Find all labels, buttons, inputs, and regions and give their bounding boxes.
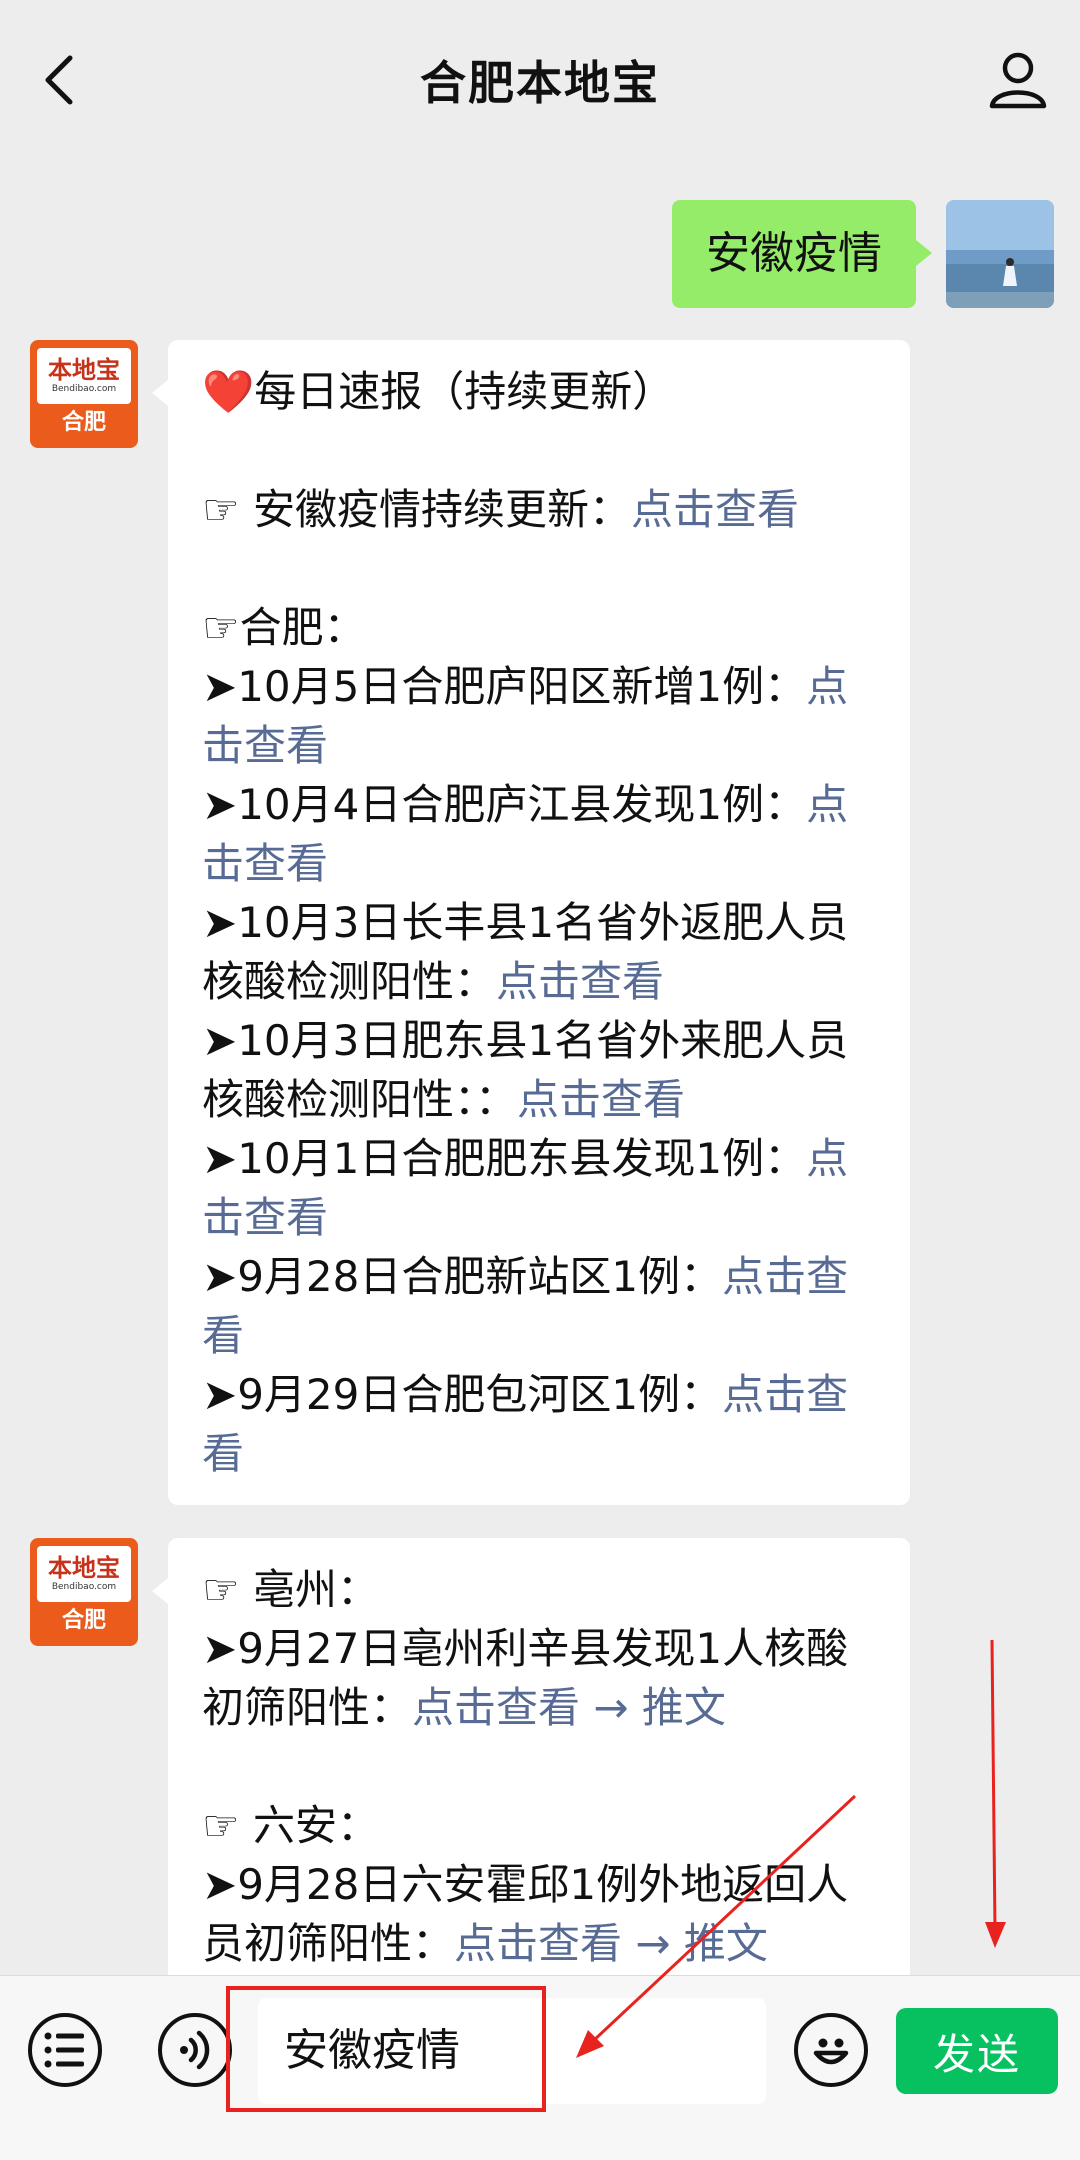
user-message-bubble[interactable]: 安徽疫情	[672, 200, 932, 308]
message-line: ☞ 六安：	[202, 1796, 882, 1855]
user-avatar[interactable]	[946, 200, 1054, 308]
view-link[interactable]: 点击查看	[496, 957, 664, 1006]
message-line: ➤10月3日肥东县1名省外来肥人员核酸检测阳性：：点击查看	[202, 1011, 882, 1129]
message-text: ➤9月29日合肥包河区1例：	[202, 1370, 723, 1419]
emoji-button[interactable]	[794, 2013, 868, 2087]
bendibao-logo: 本地宝 Bendibao.com	[37, 348, 131, 404]
message-line: ➤9月29日合肥包河区1例：点击查看	[202, 1365, 882, 1483]
message-text: ☞ 安徽疫情持续更新：	[202, 485, 632, 534]
user-message: 安徽疫情	[672, 200, 1054, 308]
message-text: ➤10月4日合肥庐江县发现1例：	[202, 780, 807, 829]
person-icon	[989, 52, 1047, 109]
message-text: ❤️每日速报（持续更新）	[202, 367, 675, 416]
voice-button[interactable]	[158, 2013, 232, 2087]
view-link[interactable]: 点击查看	[517, 1075, 685, 1124]
message-line: ➤10月4日合肥庐江县发现1例：点击查看	[202, 775, 882, 893]
message-line: ❤️每日速报（持续更新）	[202, 362, 882, 421]
menu-button[interactable]	[28, 2013, 102, 2087]
message-line: ➤9月28日六安霍邱1例外地返回人员初筛阳性：点击查看 → 推文	[202, 1855, 882, 1973]
message-text: ➤10月1日合肥肥东县发现1例：	[202, 1134, 807, 1183]
message-text: ➤10月5日合肥庐阳区新增1例：	[202, 662, 807, 711]
bot-message-bubble: ❤️每日速报（持续更新） ☞ 安徽疫情持续更新：点击查看 ☞合肥： ➤10月5日合肥庐…	[152, 340, 910, 1505]
view-link[interactable]: 点击查看 → 推文	[454, 1919, 768, 1968]
message-line: ☞ 亳州：	[202, 1560, 882, 1619]
message-input[interactable]: 安徽疫情	[258, 1998, 766, 2104]
view-link[interactable]: 点击查看 → 推文	[412, 1683, 726, 1732]
message-text: ➤9月28日合肥新站区1例：	[202, 1252, 723, 1301]
message-line: ☞ 安徽疫情持续更新：点击查看	[202, 480, 882, 539]
message-text: ☞合肥：	[202, 603, 366, 652]
bot-message: 本地宝 Bendibao.com 合肥 ☞ 亳州： ➤9月27日亳州利辛县发现1人…	[30, 1538, 910, 1975]
message-text: ☞ 六安：	[202, 1801, 380, 1850]
bot-message: 本地宝 Bendibao.com 合肥 ❤️每日速报（持续更新） ☞ 安徽疫情持续…	[30, 340, 910, 1505]
chat-area[interactable]: 安徽疫情 本地宝 Bendibao.com 合肥 ❤️每日速报（持续更新） ☞ 安…	[0, 160, 1080, 1975]
input-bar: 安徽疫情 发送	[0, 1975, 1080, 2160]
bot-avatar[interactable]: 本地宝 Bendibao.com 合肥	[30, 1538, 138, 1646]
voice-icon	[180, 2030, 210, 2070]
message-line: ➤10月5日合肥庐阳区新增1例：点击查看	[202, 657, 882, 775]
send-button[interactable]: 发送	[896, 2008, 1058, 2094]
page-title: 合肥本地宝	[420, 56, 660, 110]
emoji-icon	[813, 2038, 849, 2065]
bendibao-logo: 本地宝 Bendibao.com	[37, 1546, 131, 1602]
profile-button[interactable]	[986, 48, 1050, 112]
view-link[interactable]: 点击查看	[631, 485, 799, 534]
user-avatar-image	[946, 200, 1054, 308]
message-line: ➤9月28日合肥新站区1例：点击查看	[202, 1247, 882, 1365]
message-line: ➤10月1日合肥肥东县发现1例：点击查看	[202, 1129, 882, 1247]
chevron-left-icon	[45, 55, 73, 105]
bot-avatar[interactable]: 本地宝 Bendibao.com 合肥	[30, 340, 138, 448]
message-line: ☞合肥：	[202, 598, 882, 657]
message-text: ☞ 亳州：	[202, 1565, 380, 1614]
back-button[interactable]	[30, 50, 90, 110]
message-line: ➤10月3日长丰县1名省外返肥人员核酸检测阳性：点击查看	[202, 893, 882, 1011]
bot-message-bubble: ☞ 亳州： ➤9月27日亳州利辛县发现1人核酸初筛阳性：点击查看 → 推文 ☞ 六安…	[152, 1538, 910, 1975]
top-bar: 合肥本地宝	[0, 0, 1080, 160]
list-menu-icon	[44, 2032, 84, 2068]
message-line: ➤9月27日亳州利辛县发现1人核酸初筛阳性：点击查看 → 推文	[202, 1619, 882, 1737]
